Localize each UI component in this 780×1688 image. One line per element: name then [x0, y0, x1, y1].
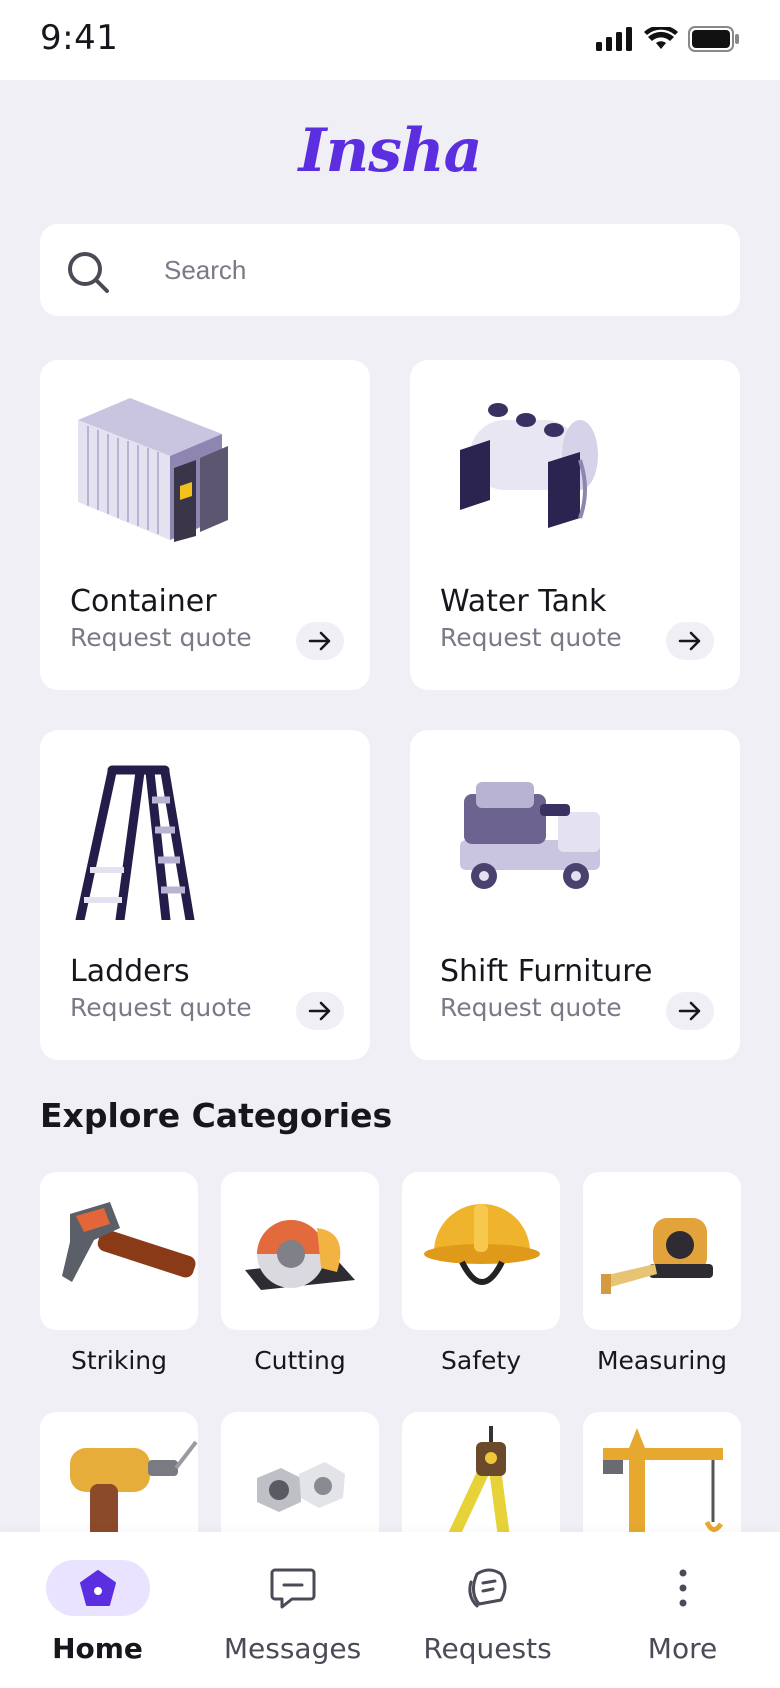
- category-label: Cutting: [254, 1346, 346, 1375]
- request-quote-button[interactable]: [296, 622, 344, 660]
- tab-label: Messages: [223, 1632, 362, 1665]
- arrow-right-icon: [678, 1001, 701, 1021]
- tab-label: More: [647, 1632, 718, 1665]
- search-icon: [68, 252, 109, 293]
- request-quote-button[interactable]: [666, 622, 714, 660]
- circular-saw-icon: [245, 1220, 355, 1290]
- requests-icon: [467, 1568, 506, 1608]
- tab-icon-wrap: [436, 1560, 540, 1616]
- arrow-right-icon: [678, 631, 701, 651]
- category-tile-safety[interactable]: [402, 1172, 560, 1330]
- arrow-right-icon: [308, 1001, 331, 1021]
- service-card-ladders[interactable]: Ladders Request quote: [40, 730, 370, 1060]
- request-quote-button[interactable]: [296, 992, 344, 1030]
- more-icon: [679, 1569, 686, 1607]
- tab-bar: Home Messages Requests More: [0, 1532, 780, 1688]
- wifi-icon: [644, 27, 678, 49]
- category-tile-cutting[interactable]: [221, 1172, 379, 1330]
- service-subtitle: Request quote: [70, 993, 252, 1022]
- service-card-container[interactable]: Container Request quote: [40, 360, 370, 690]
- furniture-truck-icon: [460, 782, 600, 889]
- category-label: Safety: [441, 1346, 521, 1375]
- service-title: Ladders: [70, 954, 190, 989]
- category-tile-measuring[interactable]: [583, 1172, 741, 1330]
- tab-home[interactable]: Home: [0, 1532, 195, 1688]
- tab-messages[interactable]: Messages: [195, 1532, 390, 1688]
- brand-logo: Insha: [298, 116, 483, 186]
- explore-categories-heading: Explore Categories: [40, 1096, 393, 1135]
- search-input[interactable]: [164, 224, 724, 316]
- hard-hat-icon: [424, 1204, 540, 1285]
- request-quote-button[interactable]: [666, 992, 714, 1030]
- service-card-shift-furniture[interactable]: Shift Furniture Request quote: [410, 730, 740, 1060]
- service-subtitle: Request quote: [70, 623, 252, 652]
- home-icon: [79, 1570, 116, 1606]
- service-title: Water Tank: [440, 584, 607, 619]
- tab-label: Requests: [423, 1632, 552, 1665]
- status-bar: 9:41: [0, 0, 780, 80]
- hammer-icon: [62, 1202, 196, 1282]
- signal-icon: [596, 27, 632, 51]
- tab-icon-wrap: [45, 1560, 150, 1616]
- category-tile-striking[interactable]: [40, 1172, 198, 1330]
- service-subtitle: Request quote: [440, 623, 622, 652]
- category-label: Measuring: [596, 1346, 728, 1375]
- tab-more[interactable]: More: [585, 1532, 780, 1688]
- search-bar[interactable]: [40, 224, 740, 316]
- status-icons: [596, 26, 740, 52]
- tab-icon-wrap: [241, 1560, 345, 1616]
- battery-icon: [688, 26, 739, 52]
- tab-label: Home: [52, 1632, 143, 1665]
- shipping-container-icon: [78, 398, 228, 542]
- service-card-water-tank[interactable]: Water Tank Request quote: [410, 360, 740, 690]
- tab-icon-wrap: [631, 1560, 735, 1616]
- ladder-icon: [75, 765, 195, 920]
- service-subtitle: Request quote: [440, 993, 622, 1022]
- water-tank-icon: [460, 403, 598, 528]
- arrow-right-icon: [308, 631, 331, 651]
- status-time: 9:41: [40, 18, 119, 58]
- tape-measure-icon: [601, 1218, 713, 1294]
- tab-requests[interactable]: Requests: [390, 1532, 585, 1688]
- service-title: Container: [70, 584, 217, 619]
- category-label: Striking: [70, 1346, 168, 1375]
- service-title: Shift Furniture: [440, 954, 653, 989]
- message-icon: [270, 1568, 315, 1609]
